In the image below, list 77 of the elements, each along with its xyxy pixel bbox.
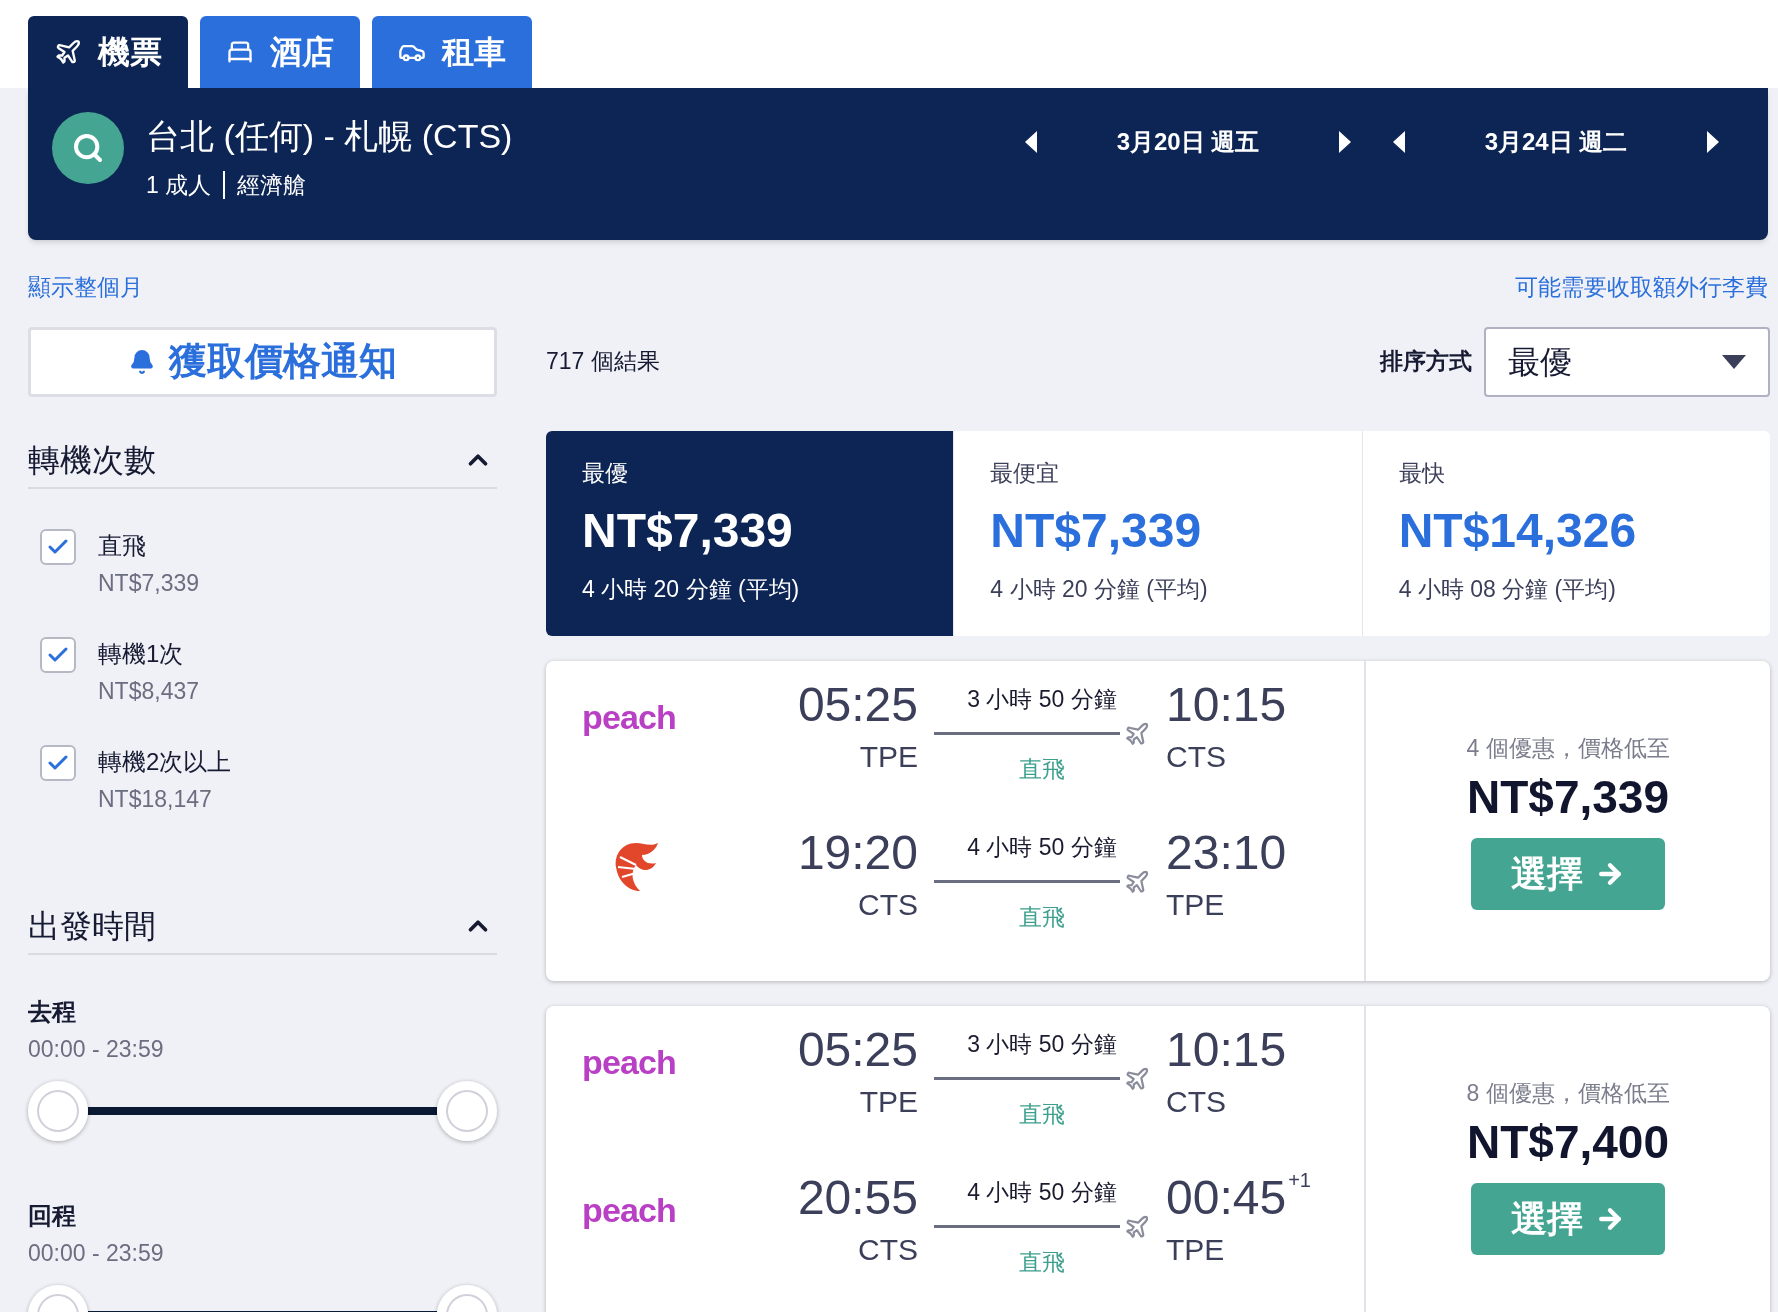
next-date-icon[interactable]	[1706, 130, 1720, 154]
arrival-time: 10:15	[1166, 676, 1287, 733]
filter-option-label: 轉機1次	[98, 638, 185, 669]
airport-code: TPE	[859, 738, 918, 775]
airline-logo: peach	[582, 1190, 676, 1231]
search-icon	[72, 132, 104, 164]
departure-time: 20:55	[797, 1169, 918, 1226]
day-offset: +1	[1288, 1167, 1311, 1193]
plane-icon	[1124, 1213, 1150, 1240]
baggage-fee-link[interactable]: 可能需要收取額外行李費	[1515, 270, 1768, 305]
flight-duration: 4 小時 50 分鐘	[967, 1177, 1117, 1207]
flight-duration: 3 小時 50 分鐘	[967, 684, 1117, 714]
airport-code: TPE	[859, 1083, 918, 1120]
plane-icon	[1124, 868, 1150, 895]
arrival-time: 10:15	[1166, 1021, 1287, 1078]
stops-label: 直飛	[1019, 1099, 1065, 1129]
time-range-text: 00:00 - 23:59	[28, 1034, 165, 1064]
previous-date-icon[interactable]	[1024, 130, 1038, 154]
airport-code: CTS	[1166, 1083, 1226, 1120]
airport-code: TPE	[1166, 1231, 1225, 1268]
arrival-time: 00:45	[1166, 1169, 1287, 1226]
airline-logo: peach	[582, 697, 676, 738]
category-tab[interactable]: 租車	[372, 16, 532, 88]
sort-dropdown[interactable]: 最優	[1484, 326, 1770, 397]
result-count: 717 個結果	[546, 347, 660, 377]
stops-label: 直飛	[1019, 1247, 1065, 1277]
filter-option-price: NT$8,437	[98, 676, 199, 706]
checkbox[interactable]	[40, 636, 76, 673]
airport-code: TPE	[1166, 886, 1225, 923]
slider-handle[interactable]	[437, 1080, 497, 1141]
lowest-price: NT$7,339	[1467, 769, 1669, 825]
filter-title: 出發時間	[28, 906, 156, 946]
departure-time: 05:25	[797, 676, 918, 733]
plane-icon	[1124, 720, 1150, 747]
date-picker[interactable]: 3月24日 週二	[1406, 124, 1706, 160]
checkbox[interactable]	[40, 744, 76, 781]
filter-option-label: 直飛	[98, 530, 147, 561]
route-title[interactable]: 台北 (任何) - 札幌 (CTS)	[146, 112, 513, 160]
departure-time: 19:20	[797, 824, 918, 881]
flight-duration: 3 小時 50 分鐘	[967, 1029, 1117, 1059]
slider-handle[interactable]	[28, 1080, 88, 1141]
offer-count: 8 個優惠，價格低至	[1466, 1079, 1670, 1109]
date-picker[interactable]: 3月20日 週五	[1038, 124, 1338, 160]
price-alert-button[interactable]: 獲取價格通知	[28, 326, 497, 397]
arrival-time: 23:10	[1166, 824, 1287, 881]
sort-summary-tab[interactable]: 最優 NT$7,339 4 小時 20 分鐘 (平均)	[546, 430, 954, 636]
flight-duration: 4 小時 50 分鐘	[967, 832, 1117, 862]
slider-track[interactable]	[28, 1080, 497, 1141]
lowest-price: NT$7,400	[1467, 1114, 1669, 1170]
sort-label: 排序方式	[1380, 347, 1472, 377]
dropdown-caret-icon	[1722, 354, 1746, 369]
stops-label: 直飛	[1019, 754, 1065, 784]
range-label: 回程	[28, 1200, 77, 1231]
next-date-icon[interactable]	[1338, 130, 1352, 154]
stops-label: 直飛	[1019, 902, 1065, 932]
offer-count: 4 個優惠，價格低至	[1466, 734, 1670, 764]
airline-logo: peach	[582, 1042, 676, 1083]
previous-date-icon[interactable]	[1392, 130, 1406, 154]
plane-icon	[1124, 1065, 1150, 1092]
range-label: 去程	[28, 996, 77, 1027]
category-tab[interactable]: 機票	[28, 16, 188, 88]
month-link[interactable]: 顯示整個月	[28, 270, 143, 305]
filter-title: 轉機次數	[28, 440, 156, 480]
airport-code: CTS	[858, 886, 918, 923]
cabin-class[interactable]: 經濟艙	[237, 168, 307, 203]
airport-code: CTS	[1166, 738, 1226, 775]
airport-code: CTS	[858, 1231, 918, 1268]
filter-option-label: 轉機2次以上	[98, 746, 232, 777]
time-range-text: 00:00 - 23:59	[28, 1238, 165, 1268]
checkbox[interactable]	[40, 528, 76, 565]
plane-icon	[54, 38, 82, 66]
passenger-count[interactable]: 1 成人	[146, 168, 212, 203]
filter-option-price: NT$7,339	[98, 568, 199, 598]
departure-time: 05:25	[797, 1021, 918, 1078]
filter-option-price: NT$18,147	[98, 784, 213, 814]
category-tab[interactable]: 酒店	[200, 16, 360, 88]
bell-icon	[128, 348, 155, 375]
